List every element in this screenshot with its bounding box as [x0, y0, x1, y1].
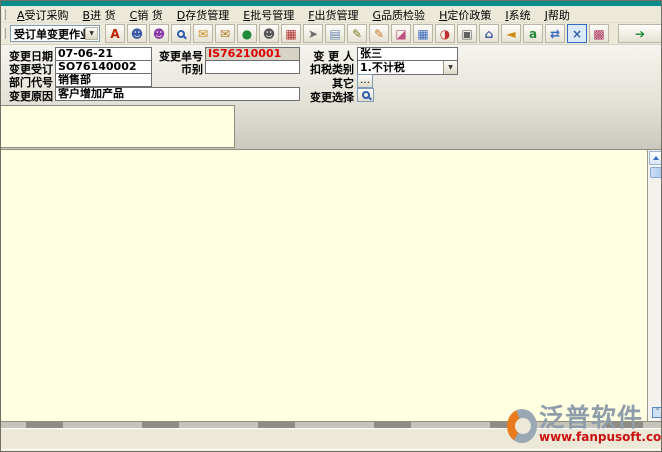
menu-item-a[interactable]: A受订采购 [10, 7, 76, 23]
cells-icon[interactable]: ▦ [281, 24, 301, 43]
scrollbar-thumb[interactable] [650, 167, 662, 178]
change-no-input[interactable]: IS76210001 [205, 47, 300, 61]
close-x-icon[interactable]: × [567, 24, 587, 43]
change-date-input[interactable]: 07-06-21 [55, 47, 152, 61]
logo-brand: 泛普软件 [539, 405, 662, 431]
detail-entry-grid [1, 105, 235, 148]
disk-drive-icon[interactable]: ▣ [457, 24, 477, 43]
user-search-icon[interactable] [171, 24, 191, 43]
dept-code-input[interactable]: 销售部 [55, 73, 152, 87]
change-person-input[interactable]: 张三 [357, 47, 458, 61]
form-area: 变更日期 07-06-21 变更单号 IS76210001 变 更 人 张三 变… [1, 45, 662, 149]
search-icon [362, 91, 370, 99]
pushpin-icon[interactable]: ➤ [303, 24, 323, 43]
change-select-label: 变更选择 [304, 89, 354, 105]
menu-item-e[interactable]: E批号管理 [236, 7, 301, 23]
menu-item-c[interactable]: C销 货 [123, 7, 170, 23]
layers-icon[interactable]: ▩ [589, 24, 609, 43]
chart-icon[interactable]: ◑ [435, 24, 455, 43]
mail-open-icon[interactable]: ✉ [193, 24, 213, 43]
menu-item-h[interactable]: H定价政策 [432, 7, 498, 23]
change-lines-grid [1, 149, 662, 421]
logo-url[interactable]: www.fanpusoft.com [539, 431, 662, 444]
pencil-alt-icon[interactable]: ✎ [369, 24, 389, 43]
menu-item-f[interactable]: F出货管理 [301, 7, 365, 23]
other-button[interactable]: … [357, 74, 373, 88]
app-window: A受订采购B进 货C销 货D存货管理E批号管理F出货管理G品质检验H定价政策I系… [0, 0, 662, 452]
eraser-icon[interactable]: ◪ [391, 24, 411, 43]
menu-item-b[interactable]: B进 货 [76, 7, 123, 23]
menu-item-j[interactable]: J帮助 [538, 7, 577, 23]
tax-type-value: 1.不计税 [360, 61, 405, 74]
tax-type-select[interactable]: 1.不计税 ▼ [357, 60, 458, 75]
menu-bar: A受订采购B进 货C销 货D存货管理E批号管理F出货管理G品质检验H定价政策I系… [1, 7, 662, 23]
menu-grip[interactable] [3, 9, 6, 20]
change-reason-input[interactable]: 客户增加产品 [55, 87, 300, 101]
scroll-up-icon[interactable] [649, 151, 662, 165]
chevron-down-icon[interactable]: ▼ [443, 61, 457, 74]
vertical-scrollbar[interactable] [647, 150, 662, 421]
toolbar: 受订单变更作业 ▼ A☻☻✉✉●☻▦➤▤✎✎◪▦◑▣⌂◄a⇄×▩➔ [1, 23, 662, 45]
network-icon[interactable]: ⌂ [479, 24, 499, 43]
mail-folder-icon[interactable]: ✉ [215, 24, 235, 43]
exit-icon[interactable]: ➔ [618, 24, 662, 43]
user-edit-icon[interactable]: ☻ [149, 24, 169, 43]
logo-swirl-icon [507, 409, 537, 443]
change-reason-label: 变更原因 [3, 88, 53, 104]
change-select-button[interactable] [357, 88, 374, 102]
currency-label: 币别 [153, 61, 203, 77]
menu-item-d[interactable]: D存货管理 [170, 7, 236, 23]
users-icon[interactable]: ☻ [127, 24, 147, 43]
menu-item-g[interactable]: G品质检验 [366, 7, 433, 23]
logo-dropdown-icon[interactable]: ˅ [652, 407, 662, 418]
speaker-icon[interactable]: ◄ [501, 24, 521, 43]
table-icon[interactable]: ▦ [413, 24, 433, 43]
globe-icon[interactable]: ● [237, 24, 257, 43]
font-color-icon[interactable]: A [105, 24, 125, 43]
currency-input[interactable] [205, 60, 300, 74]
vendor-logo[interactable]: 泛普软件 www.fanpusoft.com ˅ [507, 405, 661, 451]
doc-window-icon[interactable]: ⇄ [545, 24, 565, 43]
user-help-icon[interactable]: ☻ [259, 24, 279, 43]
toolbar-grip[interactable] [3, 28, 6, 39]
pencil-icon[interactable]: ✎ [347, 24, 367, 43]
task-combo-value: 受订单变更作业 [14, 26, 91, 42]
chevron-down-icon[interactable]: ▼ [85, 27, 98, 40]
task-combo[interactable]: 受订单变更作业 ▼ [10, 25, 100, 42]
change-order-input[interactable]: SO76140002 [55, 60, 152, 74]
doc-export-icon[interactable]: a [523, 24, 543, 43]
document-icon[interactable]: ▤ [325, 24, 345, 43]
menu-item-i[interactable]: I系统 [498, 7, 537, 23]
